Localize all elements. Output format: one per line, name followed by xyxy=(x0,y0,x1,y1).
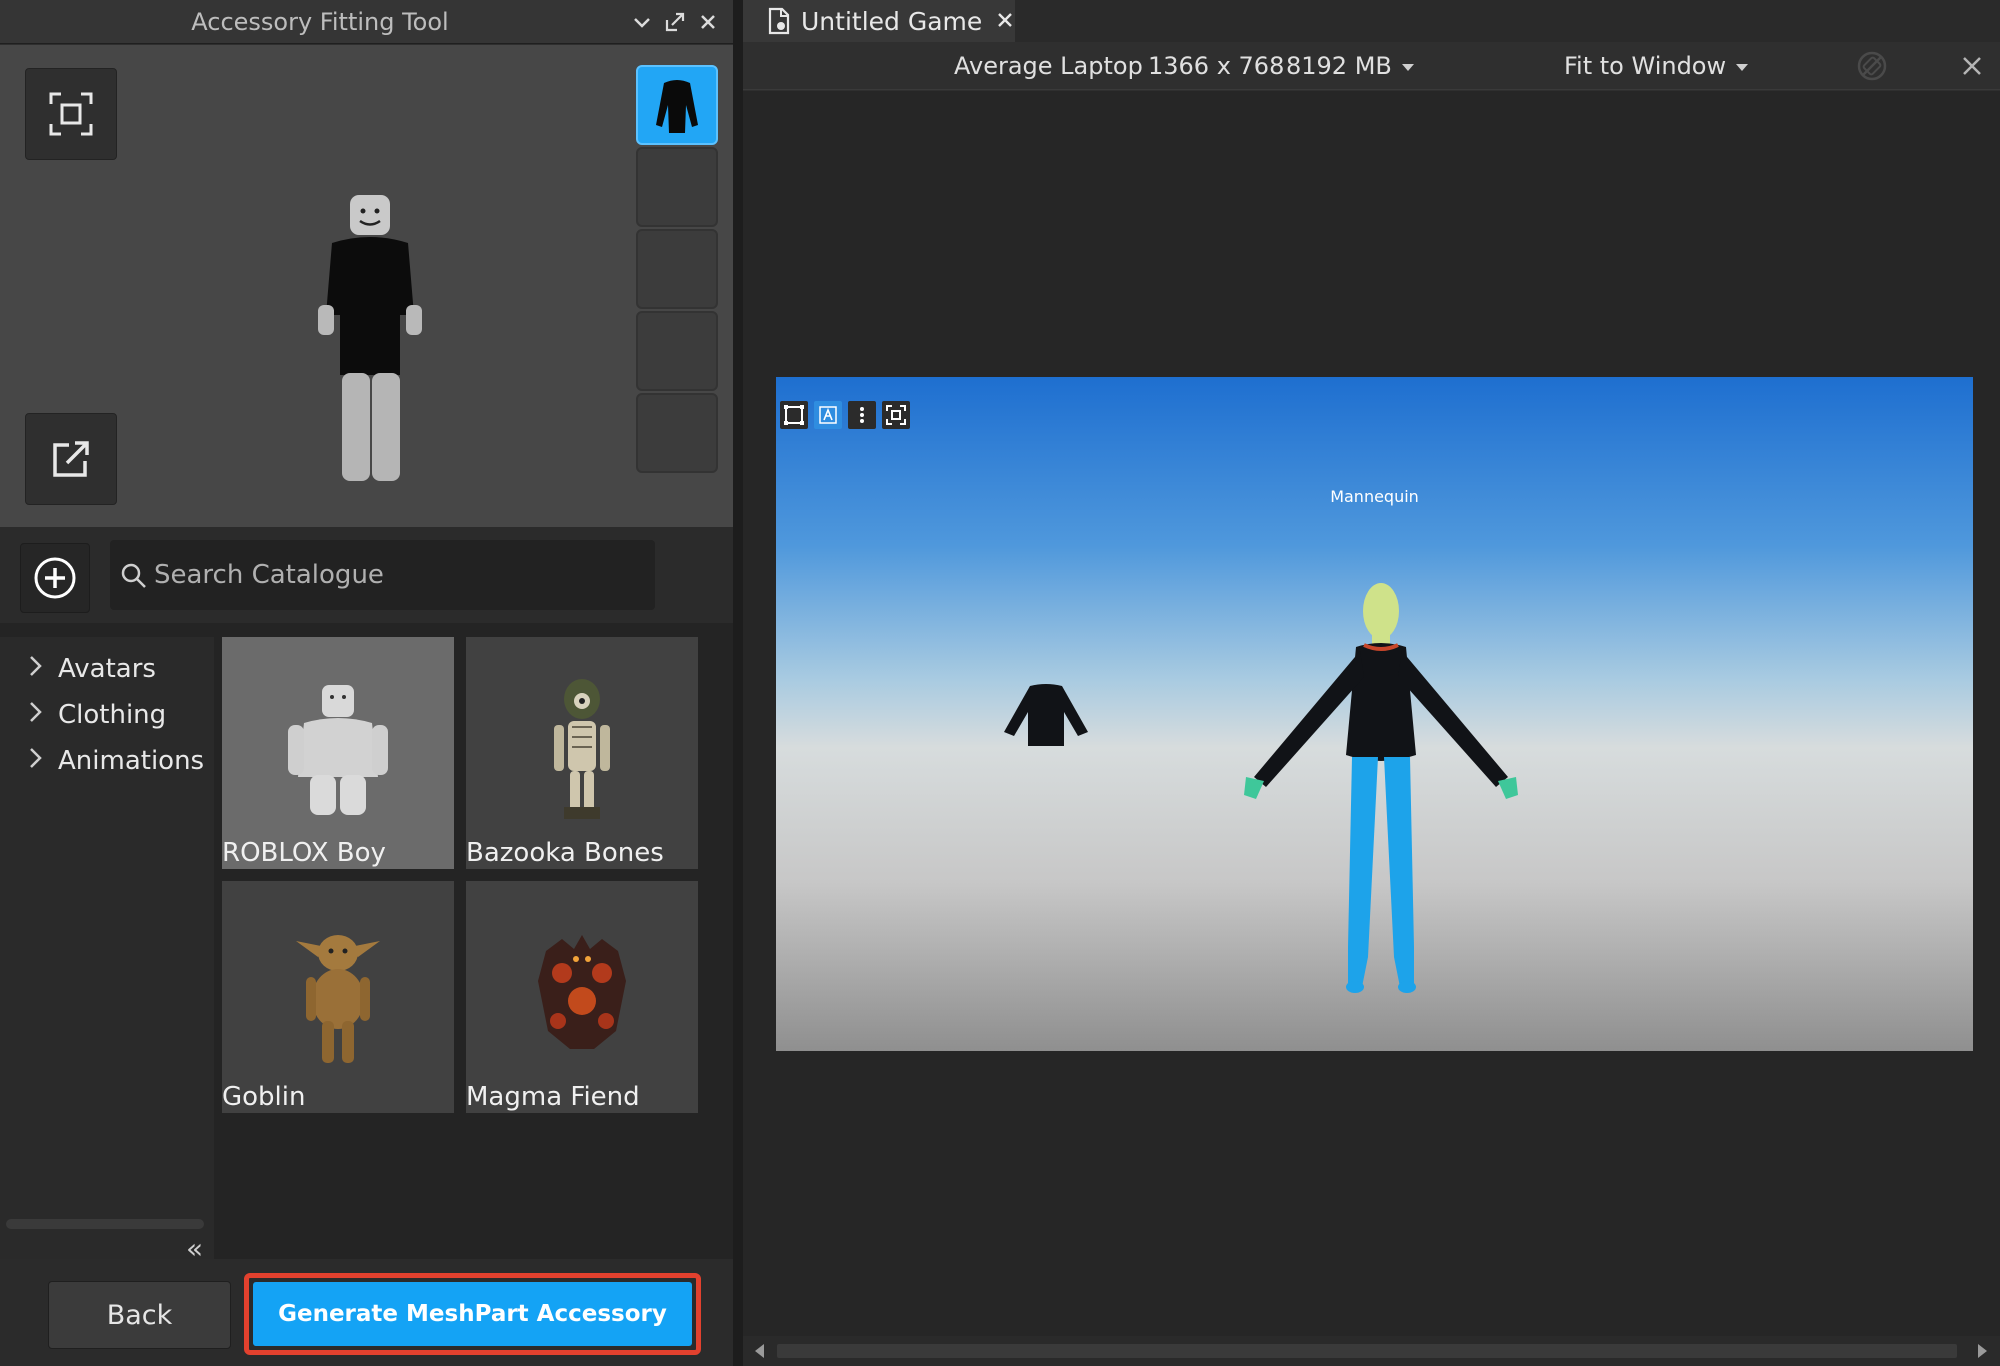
external-link-icon xyxy=(53,441,89,477)
device-resolution: 1366 x 768 xyxy=(1148,52,1285,80)
add-button[interactable] xyxy=(20,543,90,613)
device-emulation-bar: Average Laptop 1366 x 768 8192 MB Fit to… xyxy=(743,42,2000,90)
undock-icon[interactable] xyxy=(663,10,687,34)
panel-titlebar: Accessory Fitting Tool xyxy=(0,0,733,44)
fit-value: Fit to Window xyxy=(1564,52,1727,80)
tree-item-label: Clothing xyxy=(58,700,167,730)
caret-down-icon xyxy=(1736,63,1749,71)
accessory-slot-shirt[interactable] xyxy=(636,65,718,145)
accessory-slot-3[interactable] xyxy=(636,229,718,309)
close-emulation-icon[interactable] xyxy=(1960,54,1984,84)
avatar-figure xyxy=(318,195,422,481)
select-box-icon[interactable] xyxy=(780,401,808,429)
catalog-item-name: Goblin xyxy=(222,1082,306,1112)
tree-item-avatars[interactable]: Avatars xyxy=(26,649,156,689)
scroll-left-icon[interactable] xyxy=(753,1343,767,1359)
accessory-slot-2[interactable] xyxy=(636,147,718,227)
bazooka-bones-thumbnail xyxy=(554,679,610,819)
search-input[interactable] xyxy=(154,540,644,610)
tree-scrollbar[interactable] xyxy=(6,1219,204,1229)
chevron-right-icon xyxy=(26,700,58,730)
accessory-fitting-panel: Accessory Fitting Tool Search Catalogue … xyxy=(0,0,733,1366)
game-viewport-panel: Untitled Game Average Laptop 1366 x 768 … xyxy=(743,0,2000,1366)
catalog-item-magma-fiend[interactable]: Magma Fiend xyxy=(466,881,698,1113)
tree-item-label: Animations xyxy=(58,746,205,776)
tab-label: Untitled Game xyxy=(801,6,983,36)
goblin-thumbnail xyxy=(296,935,380,1063)
frame-button[interactable] xyxy=(25,68,117,160)
close-tab-icon[interactable] xyxy=(996,7,1014,35)
horizontal-scrollbar[interactable] xyxy=(743,1336,2000,1366)
more-vertical-icon[interactable] xyxy=(848,401,876,429)
open-external-button[interactable] xyxy=(25,413,117,505)
panel-divider[interactable] xyxy=(733,0,743,1366)
frame-icon xyxy=(49,92,93,136)
plus-circle-icon xyxy=(34,557,76,599)
tree-item-label: Avatars xyxy=(58,654,156,684)
catalog-item-roblox-boy[interactable]: ROBLOX Boy xyxy=(222,637,454,869)
device-name[interactable]: Average Laptop xyxy=(954,42,1143,90)
chevron-down-icon[interactable] xyxy=(630,10,654,34)
document-icon xyxy=(768,7,790,35)
magma-fiend-thumbnail xyxy=(538,935,626,1049)
scrollbar-track[interactable] xyxy=(777,1344,1957,1358)
generate-meshpart-accessory-button[interactable]: Generate MeshPart Accessory xyxy=(253,1282,692,1346)
panel-footer: Back Generate MeshPart Accessory xyxy=(0,1259,733,1366)
catalog-browser: Avatars Clothing Animations « ROBLOX Boy… xyxy=(0,623,733,1263)
search-row xyxy=(0,527,733,623)
close-icon[interactable] xyxy=(696,10,720,34)
scene-toolbar xyxy=(780,401,910,429)
mannequin-label: Mannequin xyxy=(1330,487,1419,506)
memory-dropdown[interactable]: 8192 MB xyxy=(1286,42,1414,90)
back-button[interactable]: Back xyxy=(48,1281,231,1349)
catalog-item-name: ROBLOX Boy xyxy=(222,838,386,868)
chevron-right-icon xyxy=(26,654,58,684)
floating-shirt[interactable] xyxy=(998,682,1094,752)
catalog-item-bazooka-bones[interactable]: Bazooka Bones xyxy=(466,637,698,869)
mannequin-figure[interactable] xyxy=(1236,577,1526,1027)
tab-bar: Untitled Game xyxy=(743,0,2000,42)
tab-untitled-game[interactable]: Untitled Game xyxy=(743,0,1015,42)
caret-down-icon xyxy=(1401,63,1414,71)
rotate-disabled-icon[interactable] xyxy=(1856,50,1888,88)
avatar-preview[interactable] xyxy=(0,45,733,527)
viewport-area[interactable]: Mannequin xyxy=(743,91,2000,1336)
catalog-item-goblin[interactable]: Goblin xyxy=(222,881,454,1113)
tree-item-animations[interactable]: Animations xyxy=(26,741,204,781)
chevron-right-icon xyxy=(26,746,58,776)
catalog-item-name: Magma Fiend xyxy=(466,1082,640,1112)
tree-item-clothing[interactable]: Clothing xyxy=(26,695,166,735)
fit-dropdown[interactable]: Fit to Window xyxy=(1564,42,1749,90)
axis-icon[interactable] xyxy=(814,401,842,429)
panel-title: Accessory Fitting Tool xyxy=(191,8,449,36)
accessory-slot-5[interactable] xyxy=(636,393,718,473)
3d-scene-view[interactable]: Mannequin xyxy=(776,377,1973,1051)
category-tree: Avatars Clothing Animations « xyxy=(0,637,214,1263)
focus-frame-icon[interactable] xyxy=(882,401,910,429)
search-box[interactable] xyxy=(110,540,655,610)
catalog-item-name: Bazooka Bones xyxy=(466,838,664,868)
search-icon xyxy=(121,563,146,588)
roblox-boy-thumbnail xyxy=(288,685,388,815)
shirt-icon xyxy=(656,80,698,133)
accessory-slot-4[interactable] xyxy=(636,311,718,391)
scroll-right-icon[interactable] xyxy=(1975,1343,1989,1359)
memory-value: 8192 MB xyxy=(1286,52,1392,80)
